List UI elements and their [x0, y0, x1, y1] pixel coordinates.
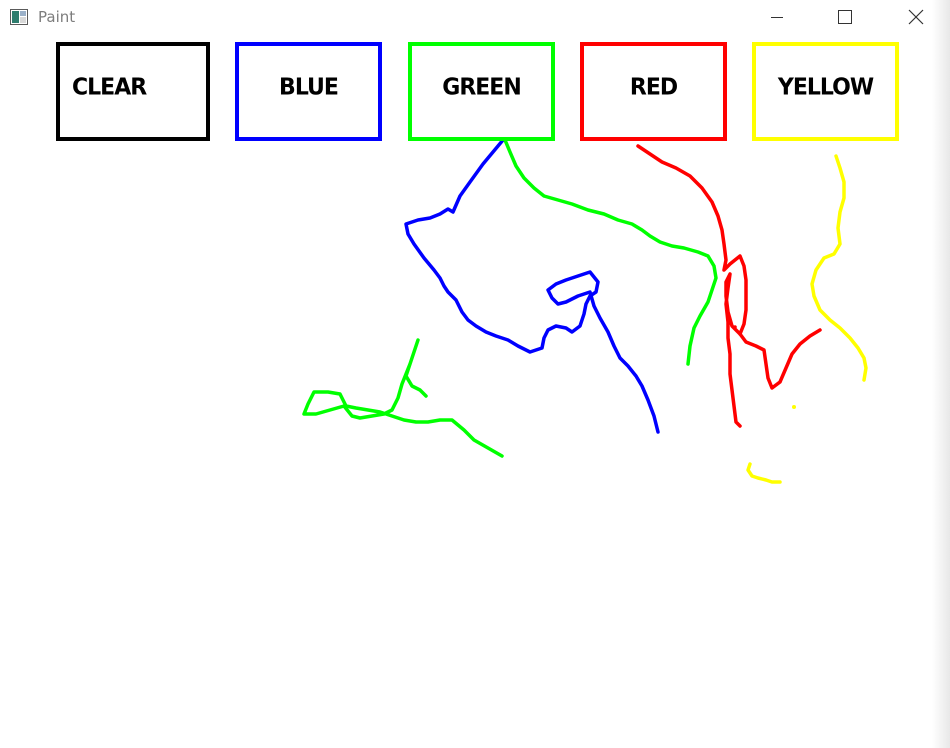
- green-stroke-lower: [302, 338, 504, 458]
- yellow-dot: [792, 405, 796, 409]
- blue-button[interactable]: BLUE: [235, 42, 382, 141]
- maximize-button[interactable]: [822, 0, 868, 34]
- yellow-stroke-curl: [746, 462, 782, 484]
- green-button-label: GREEN: [442, 74, 521, 101]
- yellow-button-label: YELLOW: [777, 74, 874, 101]
- drawing-strokes: [302, 138, 868, 484]
- minimize-button[interactable]: [754, 0, 800, 34]
- drawing-canvas[interactable]: CLEAR BLUE GREEN RED YELLOW: [0, 34, 950, 748]
- red-stroke-branch: [738, 328, 822, 390]
- clear-button[interactable]: CLEAR: [56, 42, 210, 141]
- title-bar[interactable]: Paint: [0, 0, 950, 34]
- red-button[interactable]: RED: [580, 42, 727, 141]
- paint-window: Paint CLEAR BLUE GREEN RED YELLOW: [0, 0, 950, 748]
- window-edge-shadow: [932, 0, 950, 748]
- minimize-icon: [770, 10, 784, 24]
- maximize-icon: [838, 10, 852, 24]
- blue-button-label: BLUE: [279, 74, 339, 101]
- yellow-stroke-main: [810, 154, 868, 382]
- green-button[interactable]: GREEN: [408, 42, 555, 141]
- close-icon: [908, 9, 924, 25]
- red-dot: [733, 325, 737, 329]
- yellow-button[interactable]: YELLOW: [752, 42, 899, 141]
- window-title: Paint: [38, 8, 76, 26]
- app-icon: [10, 9, 28, 25]
- red-button-label: RED: [629, 74, 678, 101]
- red-stroke: [636, 144, 748, 428]
- clear-button-label: CLEAR: [72, 74, 147, 101]
